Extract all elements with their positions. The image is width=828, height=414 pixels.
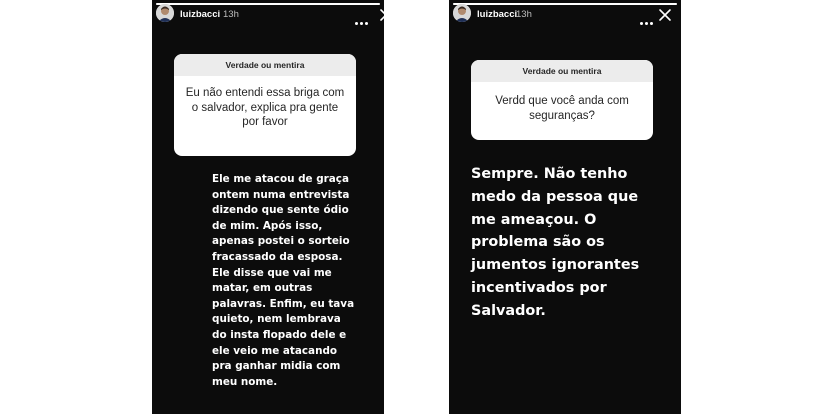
avatar[interactable] <box>156 4 174 22</box>
answer-line: apenas postei o sorteio <box>212 235 350 248</box>
answer-line: de mim. Após isso, <box>212 219 323 232</box>
more-dots-icon[interactable] <box>640 12 655 30</box>
answer-line: matar, em outras <box>212 282 313 295</box>
answer-line: pra ganhar midia com <box>212 360 341 373</box>
answer-line: do insta flopado dele e <box>212 328 347 341</box>
story-panel-2[interactable]: luizbacci 13h Verdade ou mentira Verdd q… <box>449 0 681 414</box>
answer-line: fracassado da esposa. <box>212 250 343 263</box>
answer-line: palavras. Enfim, eu tava <box>212 297 355 310</box>
answer-line: ele veio me atacando <box>212 344 338 357</box>
question-text: Verdd que você anda com seguranças? <box>495 95 629 122</box>
question-sticker: Verdade ou mentira Eu não entendi essa b… <box>174 54 356 156</box>
answer-line: incentivados por <box>471 279 607 296</box>
answer-line: meu nome. <box>212 375 278 388</box>
close-icon[interactable] <box>657 7 673 23</box>
answer-line: problema são os <box>471 234 605 251</box>
answer-line: Salvador. <box>471 302 546 319</box>
story-panel-1[interactable]: luizbacci 13h Verdade ou mentira Eu não … <box>152 0 384 414</box>
answer-line: Ele disse que vai me <box>212 266 332 279</box>
avatar[interactable] <box>453 4 471 22</box>
question-sticker-header: Verdade ou mentira <box>174 54 356 76</box>
story-header: luizbacci 13h <box>449 4 681 25</box>
more-dots-icon[interactable] <box>355 12 370 30</box>
answer-line: quieto, nem lembrava <box>212 313 341 326</box>
answer-line: Ele me atacou de graça <box>212 173 349 185</box>
post-time: 13h <box>516 9 532 20</box>
question-sticker: Verdade ou mentira Verdd que você anda c… <box>471 60 653 140</box>
story-header: luizbacci 13h <box>152 4 384 25</box>
answer-text: Ele me atacou de graça ontem numa entrev… <box>212 172 372 390</box>
question-text: Eu não entendi essa briga com o salvador… <box>185 87 345 128</box>
question-sticker-header: Verdade ou mentira <box>471 60 653 82</box>
answer-line: me ameaçou. O <box>471 211 597 228</box>
close-icon[interactable] <box>378 7 384 23</box>
answer-line: dizendo que sente ódio <box>212 204 349 217</box>
answer-line: jumentos ignorantes <box>471 257 640 274</box>
post-time: 13h <box>223 9 239 20</box>
answer-line: ontem numa entrevista <box>212 188 350 201</box>
answer-text: Sempre. Não tenho medo da pessoa que me … <box>471 163 681 323</box>
username[interactable]: luizbacci <box>180 9 220 20</box>
answer-line: Sempre. Não tenho <box>471 166 628 182</box>
answer-line: medo da pessoa que <box>471 188 639 205</box>
username[interactable]: luizbacci <box>477 9 517 20</box>
